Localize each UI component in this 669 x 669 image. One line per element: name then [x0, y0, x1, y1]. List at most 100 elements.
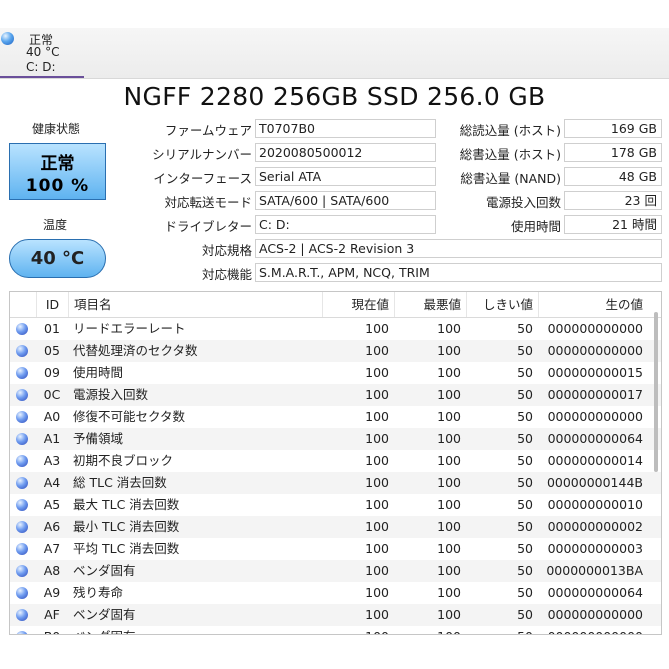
attribute-status-icon	[16, 345, 28, 357]
cell-id: A3	[43, 453, 61, 468]
table-row[interactable]: A5 最大 TLC 消去回数 100 100 50 000000000010	[10, 494, 661, 516]
disk-tab-1[interactable]: 正常 40 °C C: D:	[0, 28, 84, 78]
cell-threshold: 50	[517, 563, 533, 578]
cell-current: 100	[365, 585, 389, 600]
table-row[interactable]: A8 ベンダ固有 100 100 50 0000000013BA	[10, 560, 661, 582]
table-row[interactable]: A9 残り寿命 100 100 50 000000000064	[10, 582, 661, 604]
cell-worst: 100	[437, 607, 461, 622]
disk-tab-temp: 40 °C	[26, 45, 60, 59]
cell-raw: 000000000000	[547, 409, 643, 424]
table-row[interactable]: 09 使用時間 100 100 50 000000000015	[10, 362, 661, 384]
disk-title: NGFF 2280 256GB SSD 256.0 GB	[123, 82, 546, 111]
cell-raw: 000000000000	[547, 607, 643, 622]
cell-name: 代替処理済のセクタ数	[73, 343, 198, 358]
cell-raw: 000000000015	[547, 365, 643, 380]
cell-current: 100	[365, 497, 389, 512]
cell-threshold: 50	[517, 585, 533, 600]
cell-worst: 100	[394, 626, 461, 634]
interface-value: Serial ATA	[255, 167, 436, 186]
cell-threshold: 50	[517, 409, 533, 424]
header-worst[interactable]: 最悪値	[394, 292, 466, 317]
table-row[interactable]: B0ベンダ固有10010050000000000000	[10, 626, 661, 634]
cell-threshold: 50	[517, 497, 533, 512]
header-current[interactable]: 現在値	[322, 292, 394, 317]
features-value: S.M.A.R.T., APM, NCQ, TRIM	[255, 263, 662, 282]
cell-raw: 000000000064	[547, 585, 643, 600]
table-row[interactable]: AF ベンダ固有 100 100 50 000000000000	[10, 604, 661, 626]
cell-worst: 100	[437, 519, 461, 534]
table-row[interactable]: A1 予備領域 100 100 50 000000000064	[10, 428, 661, 450]
cell-threshold: 50	[517, 387, 533, 402]
firmware-value: T0707B0	[255, 119, 436, 138]
cell-worst: 100	[437, 409, 461, 424]
health-label: 健康状態	[32, 122, 81, 136]
table-scrollbar[interactable]	[654, 312, 658, 472]
cell-name: 平均 TLC 消去回数	[73, 541, 180, 556]
cell-name: 電源投入回数	[73, 387, 149, 402]
cell-threshold: 50	[517, 343, 533, 358]
attribute-status-icon	[16, 565, 28, 577]
drive-letter-label: ドライブレター	[164, 219, 252, 234]
transfer-mode-label: 対応転送モード	[164, 195, 252, 210]
cell-id: 09	[44, 365, 60, 380]
cell-current: 100	[365, 365, 389, 380]
smart-table-header: ID 項目名 現在値 最悪値 しきい値 生の値	[10, 292, 661, 318]
cell-worst: 100	[437, 343, 461, 358]
cell-threshold: 50	[517, 365, 533, 380]
cell-threshold: 50	[466, 626, 533, 634]
cell-name: ベンダ固有	[73, 563, 136, 578]
header-threshold[interactable]: しきい値	[466, 292, 538, 317]
cell-worst: 100	[437, 475, 461, 490]
table-row[interactable]: A4 総 TLC 消去回数 100 100 50 00000000144B	[10, 472, 661, 494]
attribute-status-icon	[16, 389, 28, 401]
cell-current: 100	[365, 563, 389, 578]
cell-current: 100	[365, 431, 389, 446]
cell-raw: 000000000002	[547, 519, 643, 534]
cell-name: 最大 TLC 消去回数	[73, 497, 180, 512]
table-row[interactable]: 0C 電源投入回数 100 100 50 000000000017	[10, 384, 661, 406]
cell-worst: 100	[437, 431, 461, 446]
header-status	[10, 292, 36, 317]
cell-name: ベンダ固有	[73, 607, 136, 622]
table-row[interactable]: 05 代替処理済のセクタ数 100 100 50 000000000000	[10, 340, 661, 362]
header-name[interactable]: 項目名	[68, 292, 322, 317]
cell-current: 100	[365, 607, 389, 622]
health-status-button[interactable]: 正常 100 %	[9, 143, 106, 200]
table-row[interactable]: A6 最小 TLC 消去回数 100 100 50 000000000002	[10, 516, 661, 538]
interface-label: インターフェース	[153, 171, 252, 186]
power-hours-value: 21 時間	[564, 215, 662, 234]
cell-worst: 100	[437, 541, 461, 556]
table-row[interactable]: A3 初期不良ブロック 100 100 50 000000000014	[10, 450, 661, 472]
cell-name: 予備領域	[73, 431, 124, 446]
standard-label: 対応規格	[201, 243, 252, 258]
cell-worst: 100	[437, 497, 461, 512]
host-writes-label: 総書込量 (ホスト)	[459, 147, 561, 162]
table-row[interactable]: A7 平均 TLC 消去回数 100 100 50 000000000003	[10, 538, 661, 560]
host-reads-value: 169 GB	[564, 119, 662, 138]
health-status-text: 正常	[40, 154, 75, 174]
cell-current: 100	[365, 321, 389, 336]
cell-threshold: 50	[517, 453, 533, 468]
header-id[interactable]: ID	[36, 292, 68, 317]
firmware-label: ファームウェア	[164, 123, 252, 138]
table-row[interactable]: 01 リードエラーレート 100 100 50 000000000000	[10, 318, 661, 340]
cell-current: 100	[365, 519, 389, 534]
cell-id: 05	[44, 343, 60, 358]
temperature-button[interactable]: 40 °C	[9, 239, 106, 278]
cell-threshold: 50	[517, 607, 533, 622]
cell-id: 0C	[43, 387, 61, 402]
health-percent: 100 %	[25, 176, 90, 196]
cell-raw: 000000000010	[547, 497, 643, 512]
disk-tab-drives: C: D:	[26, 60, 56, 74]
cell-raw: 000000000000	[547, 321, 643, 336]
cell-name: 総 TLC 消去回数	[73, 475, 167, 490]
cell-id: A0	[43, 409, 61, 424]
cell-id: A7	[43, 541, 61, 556]
cell-threshold: 50	[517, 475, 533, 490]
transfer-mode-value: SATA/600 | SATA/600	[255, 191, 436, 210]
smart-table[interactable]: ID 項目名 現在値 最悪値 しきい値 生の値 01 リードエラーレート 100 10…	[9, 291, 662, 635]
cell-raw: 000000000000	[547, 343, 643, 358]
header-raw[interactable]: 生の値	[538, 292, 648, 317]
cell-name: 修復不可能セクタ数	[73, 409, 186, 424]
table-row[interactable]: A0 修復不可能セクタ数 100 100 50 000000000000	[10, 406, 661, 428]
